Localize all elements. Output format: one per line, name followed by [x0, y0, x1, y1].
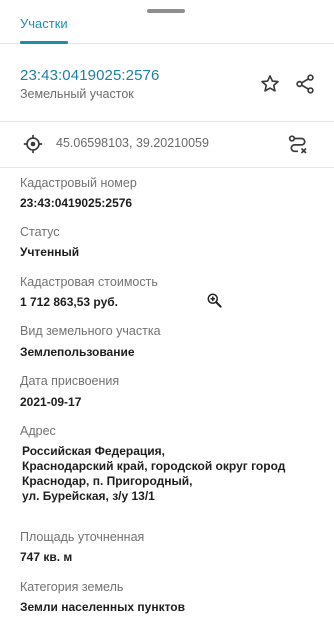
address-label: Адрес — [20, 424, 56, 438]
address-line: Краснодар, п. Пригородный, — [22, 474, 193, 488]
star-outline-icon — [261, 75, 279, 92]
assignment-date-value: 2021-09-17 — [20, 395, 82, 409]
share-button[interactable] — [292, 71, 318, 97]
favorite-button[interactable] — [257, 71, 283, 97]
address-line: ул. Бурейская, з/у 13/1 — [22, 489, 155, 503]
coordinates-text[interactable]: 45.06598103, 39.20210059 — [56, 136, 209, 150]
area-label: Площадь уточненная — [20, 530, 145, 544]
cadastral-cost-label: Кадастровая стоимость — [20, 275, 158, 289]
status-value: Учтенный — [20, 245, 80, 259]
parcel-header: 23:43:0419025:2576 Земельный участок — [0, 44, 334, 122]
cadastral-number-value: 23:43:0419025:2576 — [20, 196, 133, 210]
assignment-date-label: Дата присвоения — [20, 374, 120, 388]
crosshair-target-icon — [23, 134, 43, 154]
parcel-type-subtitle: Земельный участок — [20, 87, 134, 101]
tab-parcels[interactable]: Участки — [20, 16, 68, 31]
zoom-in-cursor-icon — [207, 293, 222, 308]
area-value: 747 кв. м — [20, 550, 73, 564]
route-button[interactable] — [284, 131, 312, 159]
share-icon — [296, 74, 314, 94]
address-line: Краснодарский край, городской округ горо… — [22, 459, 286, 473]
route-icon — [288, 135, 307, 154]
parcel-cadastral-id: 23:43:0419025:2576 — [20, 67, 160, 84]
address-line: Российская Федерация, — [22, 444, 165, 458]
address-value: Российская Федерация, Краснодарский край… — [22, 444, 312, 504]
tab-bar: Участки — [0, 0, 334, 44]
cadastral-cost-value: 1 712 863,53 руб. — [20, 295, 118, 309]
cadastral-number-label: Кадастровый номер — [20, 176, 137, 190]
status-label: Статус — [20, 225, 60, 239]
land-type-label: Вид земельного участка — [20, 324, 161, 338]
land-type-value: Землепользование — [20, 345, 135, 359]
land-category-value: Земли населенных пунктов — [20, 600, 186, 614]
land-category-label: Категория земель — [20, 580, 124, 594]
coordinates-row: 45.06598103, 39.20210059 — [0, 122, 334, 168]
locate-button[interactable] — [20, 131, 46, 157]
